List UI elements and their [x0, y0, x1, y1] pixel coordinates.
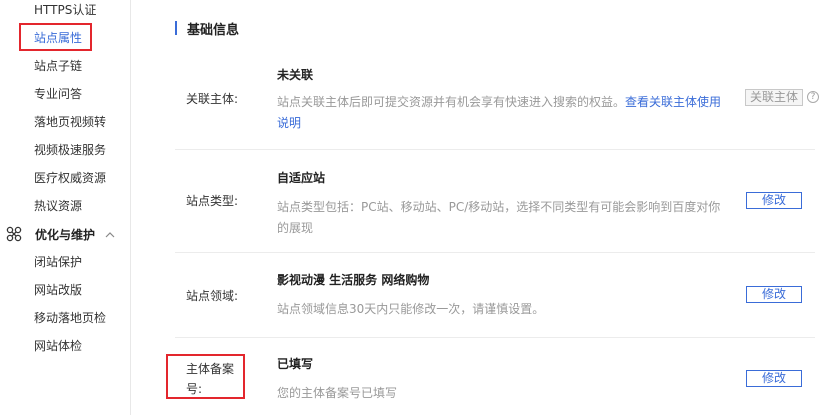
row-value-site-type: 自适应站: [277, 171, 326, 185]
sidebar-item-site-sublinks[interactable]: 站点子链: [34, 58, 82, 74]
sidebar-item-close-protect[interactable]: 闭站保护: [34, 254, 82, 270]
row-desc-site-domain: 站点领域信息30天内只能修改一次，请谨慎设置。: [277, 302, 545, 316]
sidebar-item-video-speed[interactable]: 视频极速服务: [34, 142, 106, 158]
sidebar-item-landing-video[interactable]: 落地页视频转: [34, 114, 106, 130]
section-header: 基础信息: [175, 19, 240, 38]
row-label-site-type: 站点类型:: [186, 194, 239, 208]
sidebar-item-https[interactable]: HTTPS认证: [34, 2, 96, 18]
row-value-entity: 未关联: [277, 68, 314, 82]
highlight-box-filing-label: [166, 354, 245, 399]
row-value-site-domain: 影视动漫 生活服务 网络购物: [277, 273, 430, 287]
sidebar: HTTPS认证 站点属性 站点子链 专业问答 落地页视频转 视频极速服务 医疗权…: [0, 0, 131, 415]
row-divider: [175, 252, 815, 253]
help-icon[interactable]: ?: [807, 91, 819, 103]
row-desc-entity: 站点关联主体后即可提交资源并有机会享有快速进入搜索的权益。查看关联主体使用说明: [277, 92, 729, 134]
section-title: 基础信息: [187, 22, 240, 38]
sidebar-group-optimization[interactable]: 优化与维护: [6, 224, 115, 244]
link-entity-button[interactable]: 关联主体: [745, 89, 803, 106]
row-desc-filing: 您的主体备案号已填写: [277, 386, 398, 400]
row-value-filing: 已填写: [277, 357, 314, 371]
edit-site-type-button[interactable]: 修改: [746, 192, 802, 209]
sidebar-item-medical[interactable]: 医疗权威资源: [34, 170, 106, 186]
row-label-entity: 关联主体:: [186, 92, 239, 106]
sidebar-item-site-checkup[interactable]: 网站体检: [34, 338, 82, 354]
sidebar-item-mobile-landing-check[interactable]: 移动落地页检: [34, 310, 106, 326]
network-icon: [6, 226, 22, 242]
sidebar-item-site-revision[interactable]: 网站改版: [34, 282, 82, 298]
edit-site-domain-button[interactable]: 修改: [746, 286, 802, 303]
edit-filing-button[interactable]: 修改: [746, 370, 802, 387]
row-label-site-domain: 站点领域:: [186, 289, 239, 303]
chevron-up-icon[interactable]: [105, 229, 115, 239]
title-accent-bar: [175, 21, 177, 35]
sidebar-item-hot-topics[interactable]: 热议资源: [34, 198, 82, 214]
sidebar-item-qa[interactable]: 专业问答: [34, 86, 82, 102]
sidebar-group-label: 优化与维护: [35, 227, 96, 242]
row-divider: [175, 149, 815, 150]
row-desc-site-type: 站点类型包括：PC站、移动站、PC/移动站，选择不同类型有可能会影响到百度对你的…: [277, 200, 721, 235]
main-content: 基础信息 关联主体: 未关联 站点关联主体后即可提交资源并有机会享有快速进入搜索…: [131, 0, 839, 415]
row-divider: [175, 337, 815, 338]
highlight-box-site-properties: [19, 23, 92, 51]
row-desc-entity-text: 站点关联主体后即可提交资源并有机会享有快速进入搜索的权益。: [277, 95, 626, 109]
